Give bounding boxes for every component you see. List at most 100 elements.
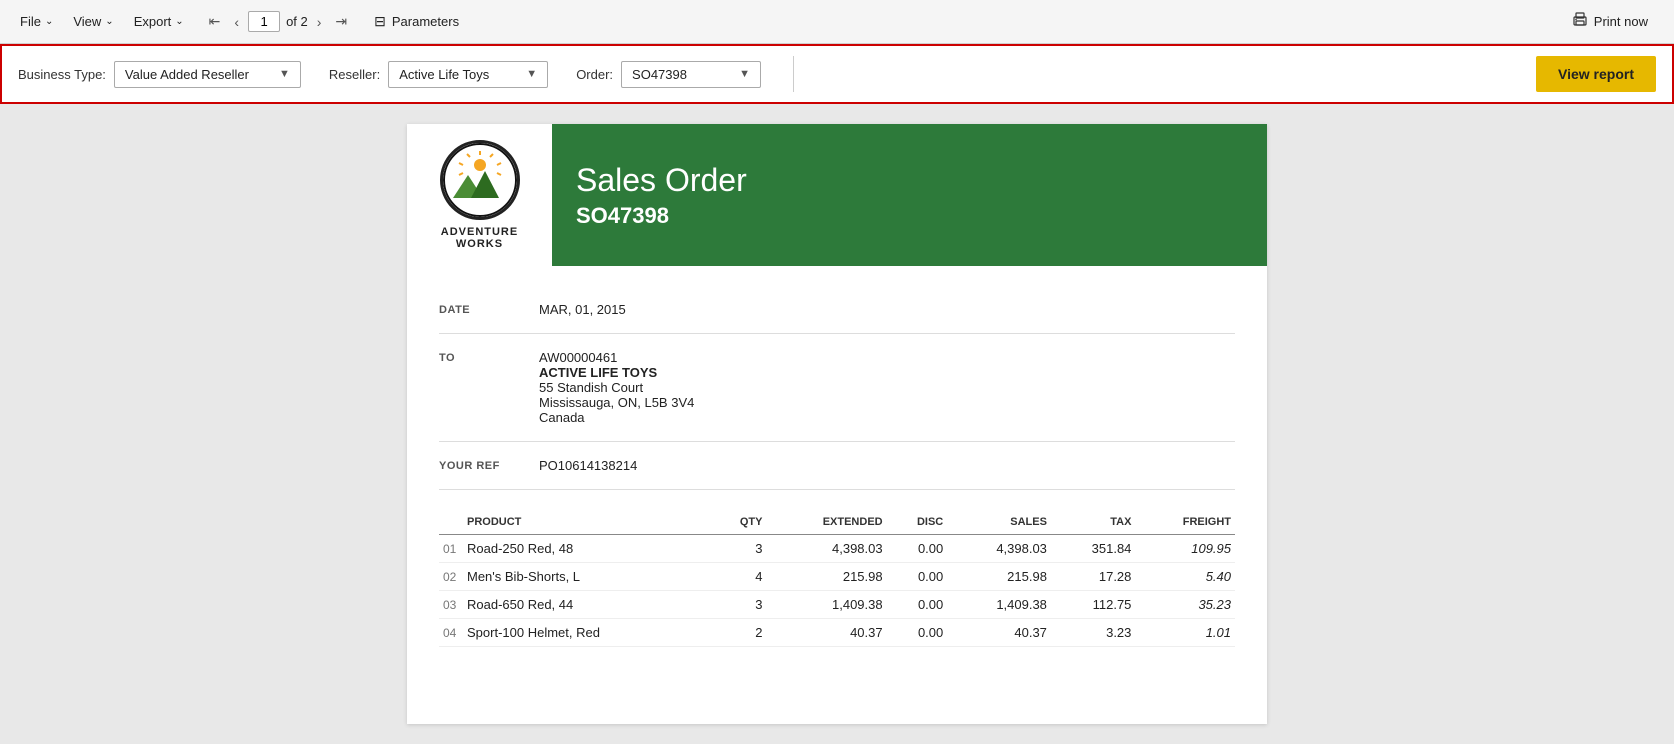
row-product: Road-250 Red, 48 bbox=[463, 535, 712, 563]
content-area: ADVENTUREWORKS Sales Order SO47398 DATE … bbox=[0, 104, 1674, 744]
row-extended: 4,398.03 bbox=[767, 535, 887, 563]
row-tax: 112.75 bbox=[1051, 591, 1135, 619]
col-extended: EXTENDED bbox=[767, 510, 887, 535]
row-sales: 4,398.03 bbox=[947, 535, 1051, 563]
table-header-row: PRODUCT QTY EXTENDED DISC SALES TAX FREI… bbox=[439, 510, 1235, 535]
file-label: File bbox=[20, 14, 41, 29]
business-type-chevron-icon: ▼ bbox=[279, 68, 290, 80]
report-page: ADVENTUREWORKS Sales Order SO47398 DATE … bbox=[407, 124, 1267, 724]
parameters-button[interactable]: ⊟ Parameters bbox=[364, 9, 469, 34]
toolbar-right: Print now bbox=[1558, 6, 1662, 37]
row-num: 03 bbox=[439, 591, 463, 619]
row-freight: 109.95 bbox=[1135, 535, 1235, 563]
page-of-text: of 2 bbox=[286, 14, 308, 29]
col-sales: SALES bbox=[947, 510, 1051, 535]
company-name: ADVENTUREWORKS bbox=[441, 226, 518, 250]
date-label: DATE bbox=[439, 302, 539, 316]
col-disc: DISC bbox=[887, 510, 948, 535]
print-label: Print now bbox=[1594, 14, 1648, 29]
toolbar: File ⌄ View ⌄ Export ⌄ ⇤ ‹ 1 of 2 › ⇥ ⊟ … bbox=[0, 0, 1674, 44]
page-number-input[interactable]: 1 bbox=[248, 11, 280, 32]
order-table: PRODUCT QTY EXTENDED DISC SALES TAX FREI… bbox=[439, 510, 1235, 647]
col-product: PRODUCT bbox=[463, 510, 712, 535]
row-qty: 2 bbox=[712, 619, 766, 647]
view-report-button[interactable]: View report bbox=[1536, 56, 1656, 92]
logo-circle bbox=[440, 140, 520, 220]
row-qty: 4 bbox=[712, 563, 766, 591]
row-product: Sport-100 Helmet, Red bbox=[463, 619, 712, 647]
page-navigation: ⇤ ‹ 1 of 2 › ⇥ bbox=[204, 11, 353, 32]
export-menu-button[interactable]: Export ⌄ bbox=[126, 10, 192, 33]
row-freight: 1.01 bbox=[1135, 619, 1235, 647]
date-value: MAR, 01, 2015 bbox=[539, 302, 1235, 317]
row-extended: 215.98 bbox=[767, 563, 887, 591]
nav-prev-button[interactable]: ‹ bbox=[229, 12, 244, 32]
report-title: Sales Order bbox=[576, 162, 1243, 199]
report-title-block: Sales Order SO47398 bbox=[552, 124, 1267, 266]
row-qty: 3 bbox=[712, 535, 766, 563]
table-row: 01 Road-250 Red, 48 3 4,398.03 0.00 4,39… bbox=[439, 535, 1235, 563]
order-group: Order: SO47398 ▼ bbox=[576, 61, 761, 88]
nav-last-button[interactable]: ⇥ bbox=[330, 11, 352, 32]
business-type-select[interactable]: Value Added Reseller ▼ bbox=[114, 61, 301, 88]
to-row: TO AW00000461 ACTIVE LIFE TOYS 55 Standi… bbox=[439, 334, 1235, 442]
date-row: DATE MAR, 01, 2015 bbox=[439, 286, 1235, 334]
row-product: Road-650 Red, 44 bbox=[463, 591, 712, 619]
row-num: 04 bbox=[439, 619, 463, 647]
to-value: AW00000461 ACTIVE LIFE TOYS 55 Standish … bbox=[539, 350, 1235, 425]
row-freight: 35.23 bbox=[1135, 591, 1235, 619]
file-chevron-icon: ⌄ bbox=[45, 16, 53, 27]
to-company: ACTIVE LIFE TOYS bbox=[539, 365, 1235, 380]
table-row: 04 Sport-100 Helmet, Red 2 40.37 0.00 40… bbox=[439, 619, 1235, 647]
to-address2: Mississauga, ON, L5B 3V4 bbox=[539, 395, 1235, 410]
params-separator bbox=[793, 56, 794, 92]
order-label: Order: bbox=[576, 67, 613, 82]
row-disc: 0.00 bbox=[887, 591, 948, 619]
view-menu-button[interactable]: View ⌄ bbox=[65, 10, 121, 33]
parameters-label: Parameters bbox=[392, 14, 459, 29]
report-header: ADVENTUREWORKS Sales Order SO47398 bbox=[407, 124, 1267, 266]
reseller-value: Active Life Toys bbox=[399, 67, 496, 82]
row-tax: 3.23 bbox=[1051, 619, 1135, 647]
row-extended: 1,409.38 bbox=[767, 591, 887, 619]
view-label: View bbox=[73, 14, 101, 29]
reseller-label: Reseller: bbox=[329, 67, 380, 82]
nav-next-button[interactable]: › bbox=[312, 12, 327, 32]
your-ref-value: PO10614138214 bbox=[539, 458, 1235, 473]
row-freight: 5.40 bbox=[1135, 563, 1235, 591]
row-disc: 0.00 bbox=[887, 619, 948, 647]
reseller-select[interactable]: Active Life Toys ▼ bbox=[388, 61, 548, 88]
row-product: Men's Bib-Shorts, L bbox=[463, 563, 712, 591]
nav-first-button[interactable]: ⇤ bbox=[204, 11, 226, 32]
report-order-number: SO47398 bbox=[576, 203, 1243, 229]
row-qty: 3 bbox=[712, 591, 766, 619]
export-label: Export bbox=[134, 14, 172, 29]
row-num: 01 bbox=[439, 535, 463, 563]
to-label: TO bbox=[439, 350, 539, 364]
to-address1: 55 Standish Court bbox=[539, 380, 1235, 395]
order-select[interactable]: SO47398 ▼ bbox=[621, 61, 761, 88]
row-sales: 40.37 bbox=[947, 619, 1051, 647]
export-chevron-icon: ⌄ bbox=[175, 16, 183, 27]
row-sales: 215.98 bbox=[947, 563, 1051, 591]
business-type-value: Value Added Reseller bbox=[125, 67, 249, 82]
col-qty: QTY bbox=[712, 510, 766, 535]
print-now-button[interactable]: Print now bbox=[1558, 6, 1662, 37]
your-ref-row: YOUR REF PO10614138214 bbox=[439, 442, 1235, 490]
table-row: 03 Road-650 Red, 44 3 1,409.38 0.00 1,40… bbox=[439, 591, 1235, 619]
reseller-chevron-icon: ▼ bbox=[526, 68, 537, 80]
order-chevron-icon: ▼ bbox=[739, 68, 750, 80]
to-address3: Canada bbox=[539, 410, 1235, 425]
row-tax: 17.28 bbox=[1051, 563, 1135, 591]
row-extended: 40.37 bbox=[767, 619, 887, 647]
row-tax: 351.84 bbox=[1051, 535, 1135, 563]
col-tax: TAX bbox=[1051, 510, 1135, 535]
filter-icon: ⊟ bbox=[374, 13, 386, 30]
reseller-group: Reseller: Active Life Toys ▼ bbox=[329, 61, 548, 88]
order-value: SO47398 bbox=[632, 67, 709, 82]
business-type-label: Business Type: bbox=[18, 67, 106, 82]
row-disc: 0.00 bbox=[887, 535, 948, 563]
col-freight: FREIGHT bbox=[1135, 510, 1235, 535]
printer-icon bbox=[1572, 12, 1588, 31]
file-menu-button[interactable]: File ⌄ bbox=[12, 10, 61, 33]
